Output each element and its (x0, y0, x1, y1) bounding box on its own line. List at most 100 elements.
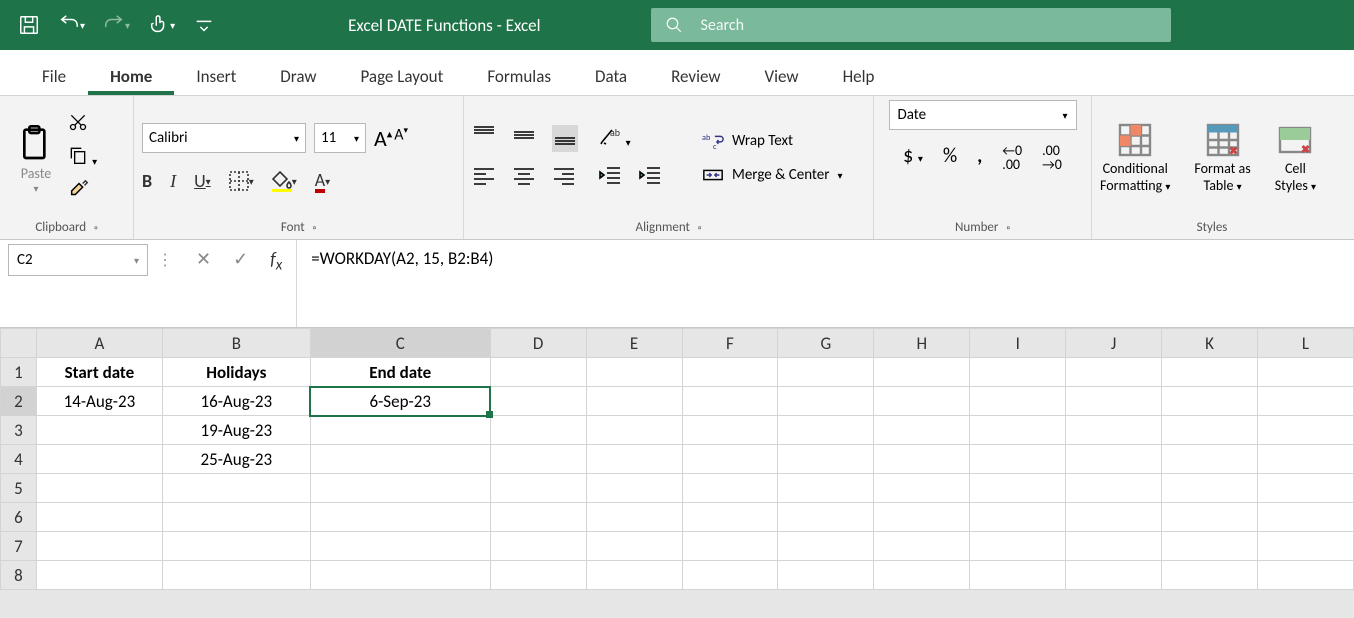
increase-decimal-icon[interactable]: ←0.00 (1002, 144, 1022, 172)
format-painter-icon[interactable] (68, 178, 97, 205)
cell-E3[interactable] (586, 416, 682, 445)
tab-review[interactable]: Review (649, 56, 742, 95)
cell-K3[interactable] (1162, 416, 1258, 445)
cell-L6[interactable] (1258, 503, 1354, 532)
cell-D5[interactable] (490, 474, 586, 503)
row-header-1[interactable]: 1 (1, 358, 37, 387)
cell-I6[interactable] (970, 503, 1066, 532)
format-as-table-button[interactable]: Format asTable ▾ (1194, 122, 1250, 194)
cell-E2[interactable] (586, 387, 682, 416)
cell-J4[interactable] (1066, 445, 1162, 474)
cell-H6[interactable] (874, 503, 970, 532)
col-header-E[interactable]: E (586, 329, 682, 358)
cell-B7[interactable] (162, 532, 310, 561)
row-header-5[interactable]: 5 (1, 474, 37, 503)
tab-view[interactable]: View (743, 56, 821, 95)
cell-C6[interactable] (310, 503, 490, 532)
conditional-formatting-button[interactable]: ConditionalFormatting ▾ (1100, 122, 1170, 194)
cell-L2[interactable] (1258, 387, 1354, 416)
cell-E5[interactable] (586, 474, 682, 503)
row-header-8[interactable]: 8 (1, 561, 37, 590)
cell-G8[interactable] (778, 561, 874, 590)
cell-F4[interactable] (682, 445, 778, 474)
cell-H5[interactable] (874, 474, 970, 503)
underline-button[interactable]: U ▾ (194, 170, 211, 192)
cell-K6[interactable] (1162, 503, 1258, 532)
cell-F3[interactable] (682, 416, 778, 445)
cell-A4[interactable] (36, 445, 162, 474)
cell-A1[interactable]: Start date (36, 358, 162, 387)
decrease-decimal-icon[interactable]: .00→0 (1042, 144, 1062, 172)
cell-D2[interactable] (490, 387, 586, 416)
cell-D4[interactable] (490, 445, 586, 474)
cell-J6[interactable] (1066, 503, 1162, 532)
cell-B8[interactable] (162, 561, 310, 590)
cell-I8[interactable] (970, 561, 1066, 590)
merge-center-button[interactable]: Merge & Center ▾ (702, 165, 843, 185)
col-header-J[interactable]: J (1066, 329, 1162, 358)
cell-B5[interactable] (162, 474, 310, 503)
col-header-D[interactable]: D (490, 329, 586, 358)
align-right-icon[interactable] (552, 166, 576, 191)
cell-A7[interactable] (36, 532, 162, 561)
row-header-3[interactable]: 3 (1, 416, 37, 445)
cell-L8[interactable] (1258, 561, 1354, 590)
cell-D1[interactable] (490, 358, 586, 387)
wrap-text-button[interactable]: abcWrap Text (702, 131, 843, 151)
cell-D6[interactable] (490, 503, 586, 532)
cell-G7[interactable] (778, 532, 874, 561)
cell-K4[interactable] (1162, 445, 1258, 474)
cell-C7[interactable] (310, 532, 490, 561)
cell-H2[interactable] (874, 387, 970, 416)
cell-C4[interactable] (310, 445, 490, 474)
currency-icon[interactable]: $ ▾ (903, 144, 923, 172)
name-box[interactable]: C2▾ (8, 244, 148, 276)
expand-icon[interactable]: ▫ (94, 221, 98, 234)
cell-L5[interactable] (1258, 474, 1354, 503)
copy-icon[interactable]: ▾ (68, 145, 97, 170)
tab-file[interactable]: File (20, 56, 88, 95)
cell-H4[interactable] (874, 445, 970, 474)
cell-E7[interactable] (586, 532, 682, 561)
spreadsheet-grid[interactable]: ABCDEFGHIJKL1Start dateHolidaysEnd date2… (0, 328, 1354, 590)
decrease-font-icon[interactable]: A▾ (394, 125, 408, 152)
tab-help[interactable]: Help (821, 56, 897, 95)
cell-A2[interactable]: 14-Aug-23 (36, 387, 162, 416)
tab-data[interactable]: Data (573, 56, 649, 95)
customize-qat-icon[interactable] (193, 14, 215, 36)
cell-B3[interactable]: 19-Aug-23 (162, 416, 310, 445)
number-format-select[interactable]: Date▾ (889, 100, 1077, 130)
row-header-2[interactable]: 2 (1, 387, 37, 416)
cell-G4[interactable] (778, 445, 874, 474)
cell-G6[interactable] (778, 503, 874, 532)
confirm-formula-icon[interactable]: ✓ (233, 248, 248, 270)
undo-icon[interactable]: ▾ (58, 14, 85, 36)
cell-C8[interactable] (310, 561, 490, 590)
cell-H7[interactable] (874, 532, 970, 561)
tab-home[interactable]: Home (88, 56, 174, 95)
col-header-C[interactable]: C (310, 329, 490, 358)
comma-icon[interactable]: , (977, 144, 982, 172)
bold-button[interactable]: B (142, 170, 152, 192)
cell-F7[interactable] (682, 532, 778, 561)
save-icon[interactable] (18, 14, 40, 36)
cell-C3[interactable] (310, 416, 490, 445)
cell-J3[interactable] (1066, 416, 1162, 445)
percent-icon[interactable]: % (943, 144, 957, 172)
cell-K7[interactable] (1162, 532, 1258, 561)
decrease-indent-icon[interactable] (598, 165, 622, 190)
font-color-button[interactable]: A ▾ (315, 169, 330, 193)
cell-J8[interactable] (1066, 561, 1162, 590)
cell-K8[interactable] (1162, 561, 1258, 590)
cell-I1[interactable] (970, 358, 1066, 387)
col-header-B[interactable]: B (162, 329, 310, 358)
paste-button[interactable]: Paste ▾ (8, 121, 64, 195)
cell-E1[interactable] (586, 358, 682, 387)
col-header-H[interactable]: H (874, 329, 970, 358)
redo-icon[interactable]: ▾ (103, 14, 130, 36)
increase-indent-icon[interactable] (638, 165, 662, 190)
cell-I4[interactable] (970, 445, 1066, 474)
cell-D8[interactable] (490, 561, 586, 590)
cell-D3[interactable] (490, 416, 586, 445)
increase-font-icon[interactable]: A▴ (374, 125, 392, 152)
